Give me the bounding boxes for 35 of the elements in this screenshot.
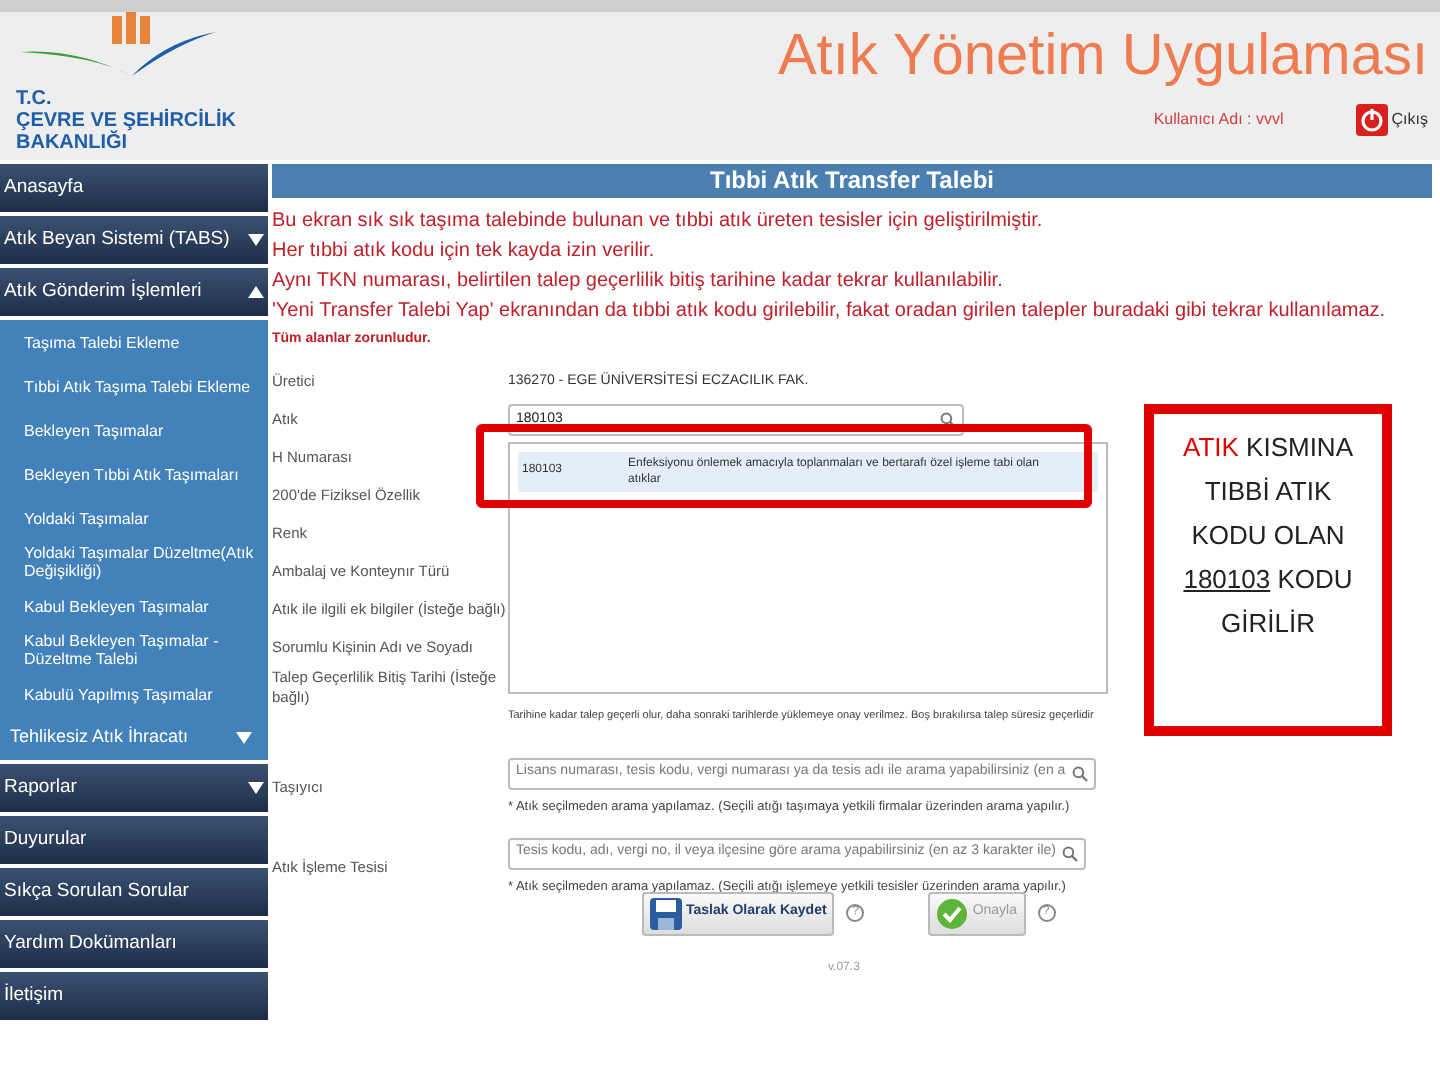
search-icon bbox=[1071, 765, 1088, 782]
sidebar-item[interactable]: Bekleyen Taşımalar bbox=[0, 408, 268, 452]
sidebar-item[interactable]: Yoldaki Taşımalar Düzeltme(Atık Değişikliği) bbox=[0, 540, 268, 584]
check-icon bbox=[936, 897, 969, 929]
info-note: 'Yeni Transfer Talebi Yap' ekranından da tıbbi atık kodu girilebilir, fakat oradan girilen talepler buradaki gibi tekrar kullanılamaz. bbox=[272, 298, 1388, 326]
form-title: Tıbbi Atık Transfer Talebi bbox=[272, 164, 1432, 198]
search-icon bbox=[1062, 845, 1079, 862]
sidebar-item[interactable]: İletişim bbox=[0, 972, 268, 1020]
sidebar-item[interactable]: Yardım Dokümanları bbox=[0, 920, 268, 968]
sidebar-item[interactable]: Sıkça Sorulan Sorular bbox=[0, 868, 268, 916]
callout-text: ATIK KISMINA TIBBİ ATIK KODU OLAN 180103 KODU GİRİLİR bbox=[1180, 430, 1355, 642]
power-icon bbox=[1355, 104, 1388, 136]
ministry-name: T.C. bbox=[16, 88, 54, 110]
sidebar-item[interactable]: Kabulü Yapılmış Taşımalar bbox=[0, 672, 268, 716]
sidebar-item[interactable]: Raporlar bbox=[0, 764, 268, 812]
sidebar-item[interactable]: Anasayfa bbox=[0, 164, 268, 212]
sidebar-item[interactable]: Atık Gönderim İşlemleri bbox=[0, 268, 268, 316]
sidebar-item[interactable]: Atık Beyan Sistemi (TABS) bbox=[0, 216, 268, 264]
sidebar-item[interactable]: Bekleyen Tıbbi Atık Taşımaları bbox=[0, 452, 268, 496]
ministry-name: BAKANLIĞI bbox=[16, 132, 128, 154]
ministry-name: ÇEVRE VE ŞEHİRCİLİK bbox=[16, 110, 237, 132]
info-note: Aynı TKN numarası, belirtilen talep geçerlilik bitiş tarihine kadar tekrar kullanılabilir. bbox=[272, 268, 1005, 296]
info-note: Her tıbbi atık kodu için tek kayda izin verilir. bbox=[272, 238, 657, 266]
sidebar-item[interactable]: Tehlikesiz Atık İhracatı bbox=[0, 716, 268, 760]
sidebar-item[interactable]: Taşıma Talebi Ekleme bbox=[0, 320, 268, 364]
search-icon bbox=[940, 412, 956, 428]
sidebar-item[interactable]: Kabul Bekleyen Taşımalar - Düzeltme Talebi bbox=[0, 628, 268, 672]
app-title: Atık Yönetim Uygulaması bbox=[777, 22, 1428, 92]
sidebar-item[interactable]: Yoldaki Taşımalar bbox=[0, 496, 268, 540]
username-label: Kullanıcı Adı : vvvl bbox=[1153, 108, 1284, 132]
info-note: Bu ekran sık sık taşıma talebinde bulunan ve tıbbi atık üreten tesisler için geliştirilmiştir. bbox=[272, 208, 1045, 236]
sidebar-item[interactable]: Kabul Bekleyen Taşımalar bbox=[0, 584, 268, 628]
sidebar-item[interactable]: Duyurular bbox=[0, 816, 268, 864]
logout-link[interactable]: Çıkış bbox=[1355, 104, 1428, 136]
sidebar-item[interactable]: Tıbbi Atık Taşıma Talebi Ekleme bbox=[0, 364, 268, 408]
